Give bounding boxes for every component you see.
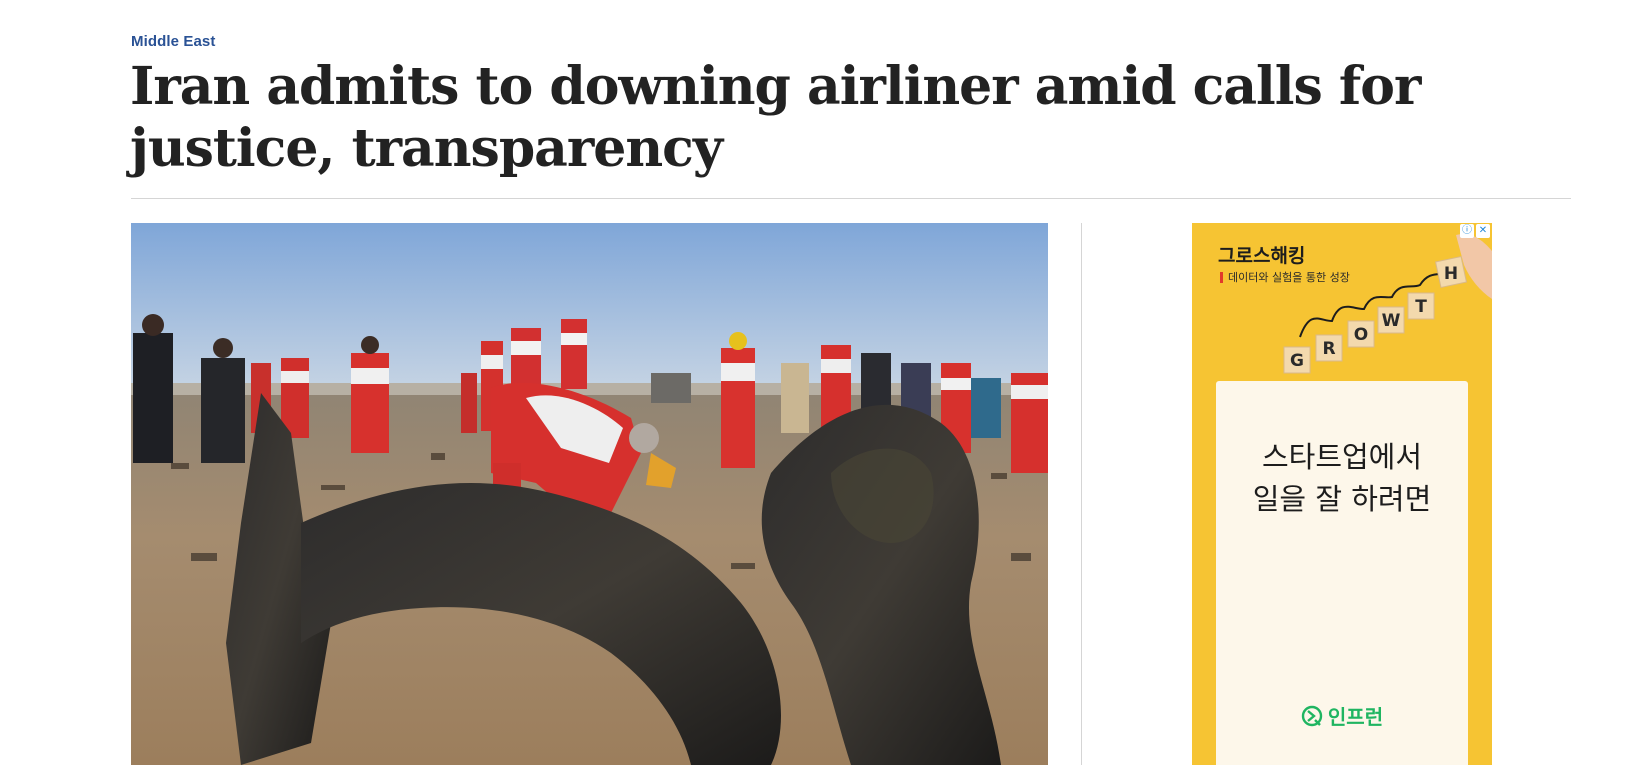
section-link[interactable]: Middle East	[131, 33, 215, 50]
lead-photo[interactable]	[131, 223, 1048, 765]
growth-letter-w: W	[1382, 311, 1401, 331]
article-headline: Iran admits to downing airliner amid cal…	[130, 56, 1421, 179]
ad-controls: ⓘ ✕	[1460, 224, 1490, 238]
ad-advertiser-logo[interactable]: 인프런	[1216, 701, 1468, 730]
ad-info-icon[interactable]: ⓘ	[1460, 224, 1474, 238]
sidebar-ad[interactable]: ⓘ ✕ 그로스해킹 데이터와 실험을 통한 성장 G R O W T H 스타트…	[1192, 223, 1492, 765]
article-page: Middle East Iran admits to downing airli…	[0, 0, 1625, 765]
growth-blocks-illustration: G R O W T H	[1283, 233, 1492, 374]
header-divider	[131, 198, 1571, 199]
ad-headline: 스타트업에서 일을 잘 하려면	[1252, 440, 1432, 516]
growth-letter-o: O	[1354, 325, 1368, 345]
growth-letter-g: G	[1290, 351, 1304, 371]
growth-letter-t: T	[1415, 297, 1427, 317]
ad-advertiser-name: 인프런	[1327, 705, 1384, 729]
column-divider	[1081, 223, 1082, 765]
ad-close-icon[interactable]: ✕	[1476, 224, 1490, 238]
ad-tagline-marker	[1220, 272, 1223, 283]
ad-card[interactable]: 스타트업에서 일을 잘 하려면 인프런	[1216, 381, 1468, 765]
inflearn-logo-icon	[1301, 705, 1323, 726]
growth-letter-h: H	[1444, 264, 1458, 284]
growth-letter-r: R	[1322, 339, 1335, 359]
crash-site-photo	[131, 223, 1048, 765]
